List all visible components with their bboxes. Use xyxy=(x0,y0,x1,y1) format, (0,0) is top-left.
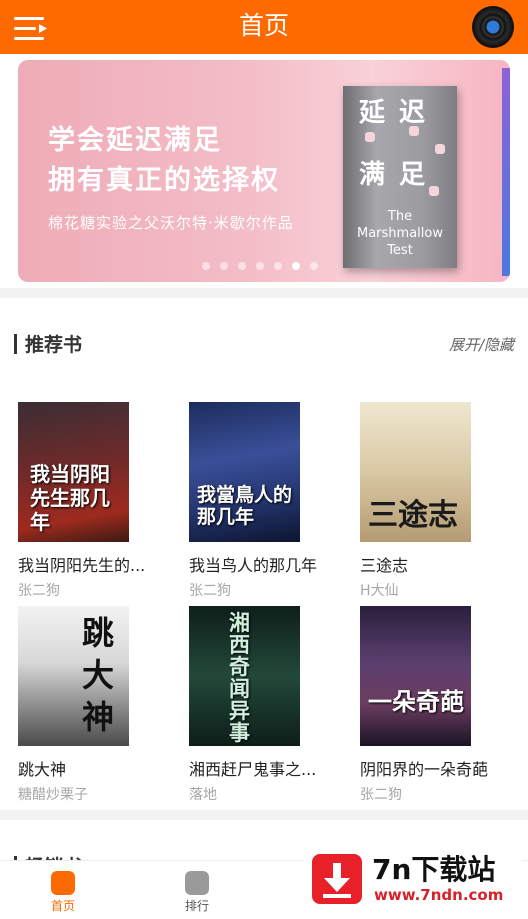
carousel-dot[interactable] xyxy=(220,262,228,270)
book-card[interactable]: 跳大神 跳大神 糖醋炒栗子 xyxy=(18,606,178,804)
book-title: 我当阴阳先生的... xyxy=(18,556,146,575)
watermark-title: 7n下载站 xyxy=(372,853,496,886)
book-author: 张二狗 xyxy=(360,787,402,803)
nav-tab-home[interactable]: 首页 xyxy=(33,867,93,914)
carousel-dot[interactable] xyxy=(238,262,246,270)
book-card[interactable]: 湘西奇闻异事 湘西赶尸鬼事之... 落地 xyxy=(189,606,349,804)
recommend-section: 推荐书 展开/隐藏 我当阴阳先生那几年 我当阴阳先生的... 张二狗 我當鳥人的… xyxy=(0,298,528,810)
carousel-dot[interactable] xyxy=(274,262,282,270)
book-card[interactable]: 三途志 三途志 H大仙 xyxy=(360,402,520,600)
book-cover: 一朵奇葩 xyxy=(360,606,471,746)
banner-carousel[interactable]: 学会延迟满足 拥有真正的选择权 棉花糖实验之父沃尔特·米歇尔作品 延迟 满足 T… xyxy=(18,60,510,282)
section-marker xyxy=(14,334,17,354)
book-cover-title: 三途志 xyxy=(368,498,458,533)
carousel-dot[interactable] xyxy=(256,262,264,270)
nav-tab-home-label: 首页 xyxy=(50,899,75,913)
nav-tab-rank[interactable]: 排行 xyxy=(167,867,227,914)
marshmallow-shape xyxy=(429,186,439,196)
banner-headline-1: 学会延迟满足 xyxy=(48,125,222,156)
promo-book-title-top: 延迟 xyxy=(359,98,440,128)
nav-tab-rank-label: 排行 xyxy=(184,899,209,913)
site-watermark: 7n下载站 www.7ndn.com xyxy=(304,846,522,912)
banner-headline-2: 拥有真正的选择权 xyxy=(48,165,280,196)
book-cover-title: 一朵奇葩 xyxy=(368,687,464,716)
section-title: 推荐书 xyxy=(25,334,83,356)
banner-section: 学会延迟满足 拥有真正的选择权 棉花糖实验之父沃尔特·米歇尔作品 延迟 满足 T… xyxy=(0,54,528,288)
top-app-bar: 首页 xyxy=(0,0,528,54)
marshmallow-shape xyxy=(409,126,419,136)
book-author: 糖醋炒栗子 xyxy=(18,787,88,803)
book-card[interactable]: 我当阴阳先生那几年 我当阴阳先生的... 张二狗 xyxy=(18,402,178,600)
book-title: 我当鸟人的那几年 xyxy=(189,556,318,575)
book-cover-title: 我當鳥人的那几年 xyxy=(197,484,293,528)
book-cover: 三途志 xyxy=(360,402,471,542)
book-title: 阴阳界的一朵奇葩 xyxy=(360,760,489,779)
carousel-dot[interactable] xyxy=(310,262,318,270)
book-title: 三途志 xyxy=(360,556,409,575)
vinyl-record-icon[interactable] xyxy=(472,6,514,48)
promo-book-title-bottom: 满足 xyxy=(359,160,440,190)
book-author: 张二狗 xyxy=(18,583,60,599)
book-cover-title: 跳大神 xyxy=(82,614,115,736)
book-cover: 我當鳥人的那几年 xyxy=(189,402,300,542)
banner-subtitle: 棉花糖实验之父沃尔特·米歇尔作品 xyxy=(48,214,294,232)
marshmallow-shape xyxy=(365,132,375,142)
carousel-dot-active[interactable] xyxy=(292,262,300,270)
banner-accent xyxy=(502,68,510,276)
book-author: 张二狗 xyxy=(189,583,231,599)
book-author: 落地 xyxy=(189,787,217,803)
home-icon xyxy=(51,871,75,895)
book-cover-title: 湘西奇闻异事 xyxy=(229,610,250,745)
promo-book-en-1: The xyxy=(387,209,413,224)
download-arrow-icon xyxy=(312,854,362,904)
book-card[interactable]: 一朵奇葩 阴阳界的一朵奇葩 张二狗 xyxy=(360,606,520,804)
marshmallow-shape xyxy=(435,144,445,154)
book-cover: 我当阴阳先生那几年 xyxy=(18,402,129,542)
book-title: 跳大神 xyxy=(18,760,67,779)
book-author: H大仙 xyxy=(360,583,399,599)
promo-book-english-title: The Marshmallow Test xyxy=(343,208,457,259)
expand-collapse-toggle[interactable]: 展开/隐藏 xyxy=(449,334,514,355)
carousel-dot[interactable] xyxy=(202,262,210,270)
rank-icon xyxy=(185,871,209,895)
book-cover: 湘西奇闻异事 xyxy=(189,606,300,746)
page-title: 首页 xyxy=(238,11,289,40)
promo-book-en-3: Test xyxy=(387,243,413,258)
promo-book-en-2: Marshmallow xyxy=(357,226,443,241)
book-cover: 跳大神 xyxy=(18,606,129,746)
carousel-indicator xyxy=(202,262,318,270)
book-cover-title: 我当阴阳先生那几年 xyxy=(30,462,110,534)
promo-book-cover: 延迟 满足 The Marshmallow Test xyxy=(343,86,457,268)
book-title: 湘西赶尸鬼事之... xyxy=(189,760,317,779)
watermark-url: www.7ndn.com xyxy=(374,886,504,904)
book-card[interactable]: 我當鳥人的那几年 我当鸟人的那几年 张二狗 xyxy=(189,402,349,600)
